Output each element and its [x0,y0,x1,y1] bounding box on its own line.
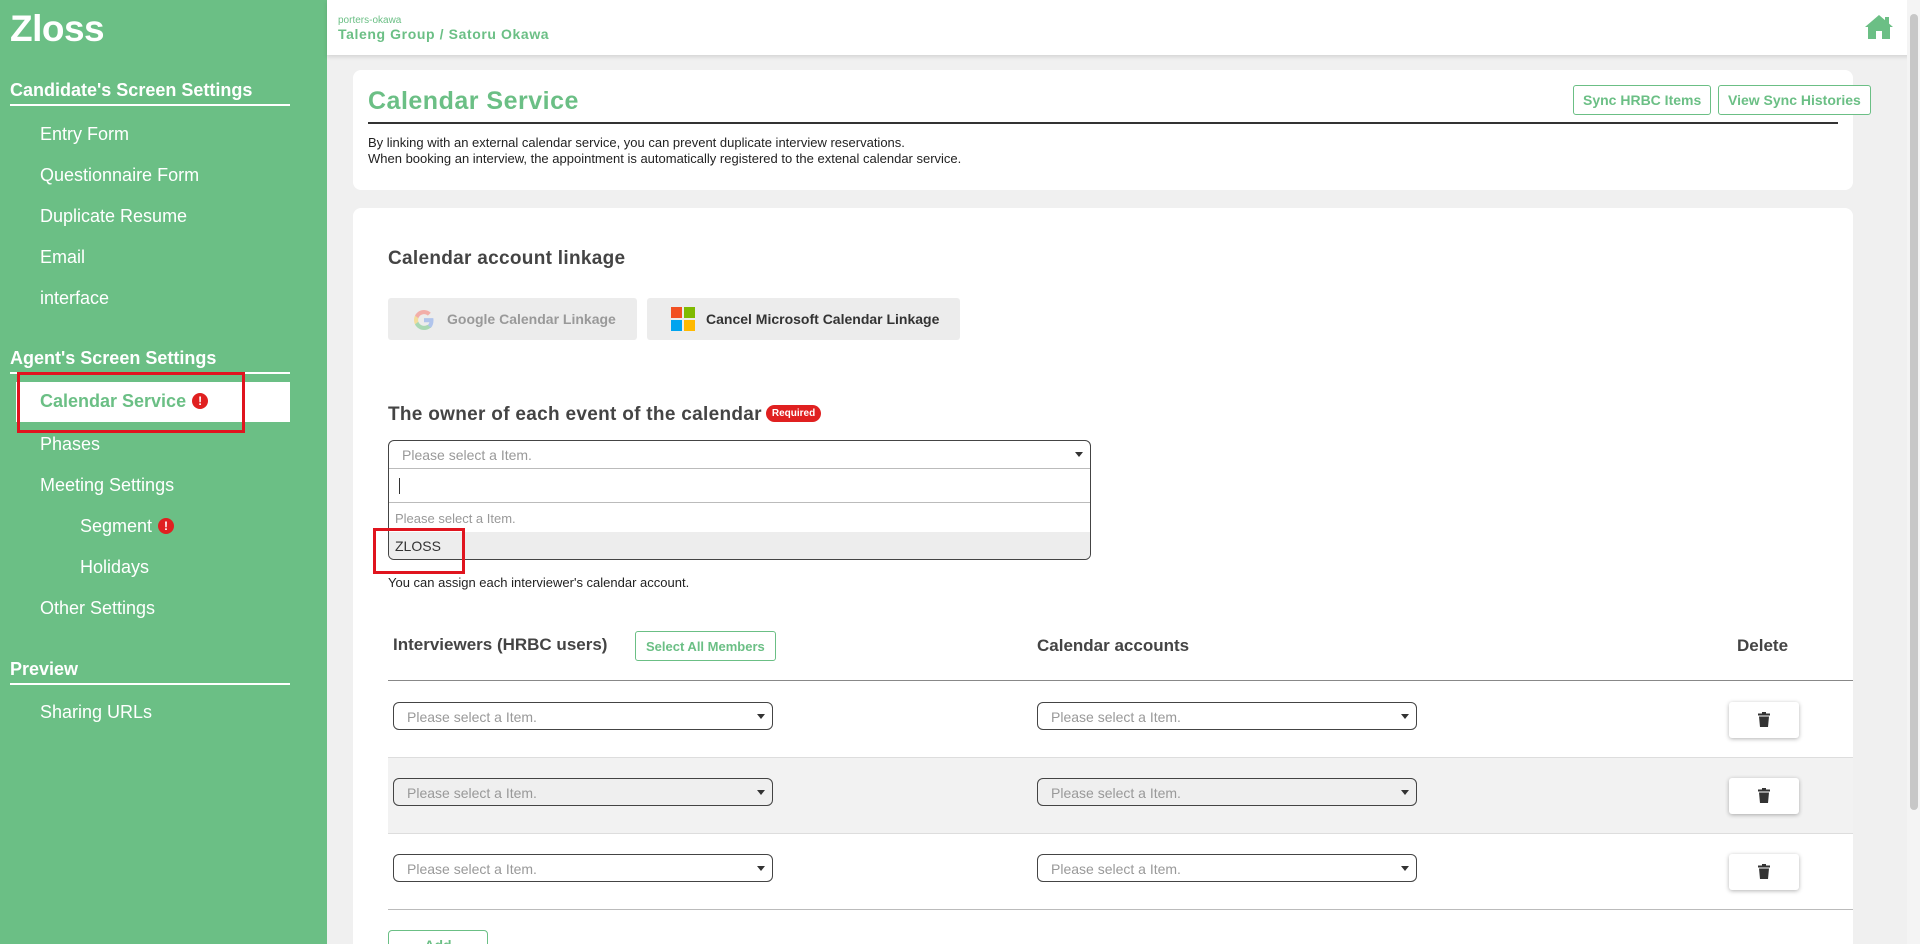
column-header-interviewers: Interviewers (HRBC users) [393,635,608,654]
google-calendar-linkage-label: Google Calendar Linkage [447,311,616,327]
description-line-2: When booking an interview, the appointme… [368,151,962,166]
view-sync-histories-button[interactable]: View Sync Histories [1718,85,1871,115]
sync-hrbc-items-button[interactable]: Sync HRBC Items [1573,85,1712,115]
linkage-heading: Calendar account linkage [388,248,626,269]
owner-search-input[interactable] [389,469,1090,503]
interviewer-select[interactable]: Please select a Item. [393,702,773,730]
column-header-delete: Delete [1737,636,1789,655]
calendar-account-select[interactable]: Please select a Item. [1037,778,1417,806]
calendar-account-select-placeholder: Please select a Item. [1051,861,1181,877]
chevron-down-icon [757,714,765,719]
owner-select[interactable]: Please select a Item. [389,441,1090,469]
top-header: porters-okawa Taleng Group / Satoru Okaw… [327,0,1920,55]
row-divider [388,909,1853,910]
trash-icon [1758,788,1770,803]
interviewer-select[interactable]: Please select a Item. [393,778,773,806]
sidebar-item-other-settings[interactable]: Other Settings [40,598,155,619]
select-all-members-button[interactable]: Select All Members [635,631,776,661]
required-badge: Required [765,405,822,422]
page-description: By linking with an external calendar ser… [368,135,961,167]
google-icon [414,310,434,330]
delete-row-button[interactable] [1729,702,1799,738]
dropdown-option-zloss[interactable]: ZLOSS [389,532,1090,559]
alert-icon: ! [158,518,175,534]
owner-select-placeholder: Please select a Item. [402,447,532,463]
org-user-name: Taleng Group / Satoru Okawa [338,26,550,42]
assign-note: You can assign each interviewer's calend… [388,575,690,590]
microsoft-icon [671,307,695,331]
settings-card: Calendar account linkage Google Calendar… [353,208,1853,944]
interviewer-select[interactable]: Please select a Item. [393,854,773,882]
highlight-box [373,528,465,574]
chevron-down-icon [757,790,765,795]
interviewer-select-placeholder: Please select a Item. [407,861,537,877]
calendar-account-select[interactable]: Please select a Item. [1037,854,1417,882]
sidebar-item-duplicate-resume[interactable]: Duplicate Resume [40,206,187,227]
sidebar-item-sharing-urls[interactable]: Sharing URLs [40,702,152,723]
owner-heading: The owner of each event of the calendar R… [388,404,822,426]
calendar-service-card: Calendar Service Sync HRBC Items View Sy… [353,70,1871,190]
sidebar-item-holidays[interactable]: Holidays [80,557,149,578]
delete-row-button[interactable] [1729,854,1799,890]
cancel-microsoft-calendar-linkage-button[interactable]: Cancel Microsoft Calendar Linkage [647,298,960,340]
sidebar-item-email[interactable]: Email [40,247,85,268]
cancel-microsoft-calendar-linkage-label: Cancel Microsoft Calendar Linkage [706,311,940,327]
interviewer-select-placeholder: Please select a Item. [407,709,537,725]
page-title: Calendar Service [368,87,579,115]
highlight-box [17,372,245,433]
scrollbar-thumb[interactable] [1910,14,1918,810]
chevron-down-icon [1075,452,1083,457]
sidebar-item-entry-form[interactable]: Entry Form [40,124,129,145]
sidebar-item-questionnaire-form[interactable]: Questionnaire Form [40,165,199,186]
sidebar-item-phases[interactable]: Phases [40,434,100,455]
delete-row-button[interactable] [1729,778,1799,814]
description-line-1: By linking with an external calendar ser… [368,135,905,150]
brand-logo: Zloss [10,8,105,49]
vertical-scrollbar[interactable] [1907,0,1920,944]
tenant-name: porters-okawa [338,15,402,26]
calendar-account-select-placeholder: Please select a Item. [1051,709,1181,725]
title-divider [368,122,1838,124]
sidebar-item-segment[interactable]: Segment! [80,516,175,537]
trash-icon [1758,712,1770,727]
chevron-down-icon [1401,714,1409,719]
chevron-down-icon [1401,866,1409,871]
section-candidate-settings: Candidate's Screen Settings [10,80,290,106]
add-row-button[interactable]: Add [388,930,488,944]
trash-icon [1758,864,1770,879]
owner-select-dropdown[interactable]: Please select a Item. Please select a It… [388,440,1091,560]
calendar-account-select[interactable]: Please select a Item. [1037,702,1417,730]
sidebar-item-interface[interactable]: interface [40,288,109,309]
sidebar-item-segment-label: Segment [80,516,153,536]
sidebar: Zloss Candidate's Screen Settings Entry … [0,0,327,944]
chevron-down-icon [757,866,765,871]
home-icon[interactable] [1864,14,1894,40]
chevron-down-icon [1401,790,1409,795]
text-cursor [399,478,400,494]
section-agent-settings: Agent's Screen Settings [10,348,290,374]
google-calendar-linkage-button[interactable]: Google Calendar Linkage [388,298,637,340]
calendar-account-select-placeholder: Please select a Item. [1051,785,1181,801]
owner-heading-label: The owner of each event of the calendar [388,404,762,425]
interviewer-select-placeholder: Please select a Item. [407,785,537,801]
section-preview: Preview [10,659,290,685]
sidebar-item-meeting-settings[interactable]: Meeting Settings [40,475,174,496]
dropdown-option-placeholder[interactable]: Please select a Item. [395,511,516,526]
column-header-calendar-accounts: Calendar accounts [1037,636,1190,655]
